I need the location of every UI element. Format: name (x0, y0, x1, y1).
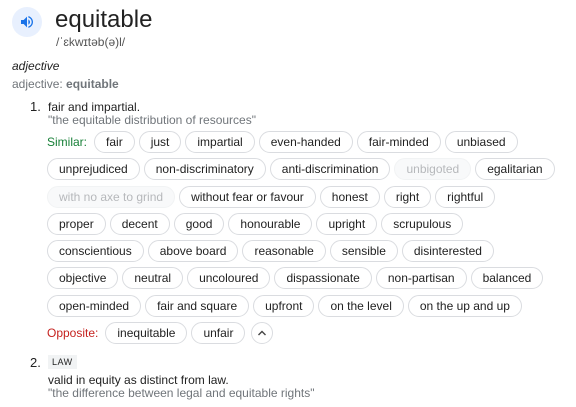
word-forms-label: adjective: (12, 77, 63, 91)
synonym-chip[interactable]: neutral (122, 267, 184, 290)
synonym-chip[interactable]: scrupulous (381, 212, 464, 235)
word-forms-value: equitable (66, 77, 119, 91)
similar-label: Similar: (47, 135, 88, 149)
synonym-chip[interactable]: proper (47, 212, 106, 235)
synonym-chip[interactable]: sensible (329, 240, 398, 263)
synonym-chip[interactable]: uncoloured (187, 267, 271, 290)
synonym-chip[interactable]: balanced (470, 267, 544, 290)
synonym-chip[interactable]: fair (94, 131, 135, 153)
synonym-chip[interactable]: reasonable (242, 240, 326, 263)
synonym-chip[interactable]: upfront (253, 294, 315, 317)
sense-definition: fair and impartial. (48, 100, 141, 114)
domain-tag: LAW (48, 355, 77, 369)
synonym-chip[interactable]: without fear or favour (179, 185, 316, 208)
chevron-up-icon[interactable] (251, 322, 274, 345)
synonym-chip[interactable]: rightful (435, 185, 496, 208)
synonym-chip[interactable]: anti-discrimination (269, 158, 391, 181)
sense-number: 1. (30, 99, 41, 114)
synonym-chip[interactable]: right (383, 185, 432, 208)
synonym-chip[interactable]: unbiased (444, 131, 518, 153)
part-of-speech: adjective (12, 59, 60, 73)
synonym-row: objective neutral uncoloured dispassionate n… (47, 267, 572, 290)
synonyms-area: Similar: fair just impartial even-handed fair… (47, 131, 572, 349)
synonym-row: open-minded fair and square upfront on the … (47, 294, 572, 317)
synonym-chip[interactable]: conscientious (47, 240, 144, 263)
synonym-chip[interactable]: even-handed (258, 131, 353, 153)
sense-number: 2. (30, 355, 41, 370)
synonym-chip[interactable]: on the up and up (407, 294, 522, 317)
antonym-chip[interactable]: inequitable (105, 322, 188, 345)
sense-example: "the equitable distribution of resources… (48, 113, 256, 127)
synonym-row: Similar: fair just impartial even-handed fair… (47, 131, 572, 153)
synonym-row: with no axe to grind without fear or favo… (47, 185, 572, 208)
synonym-chip[interactable]: non-partisan (375, 267, 467, 290)
synonym-chip[interactable]: impartial (185, 131, 255, 153)
word-block: equitable /ˈɛkwɪtəb(ə)l/ (55, 6, 152, 49)
antonym-row: Opposite: inequitable unfair (47, 322, 572, 345)
synonym-chip[interactable]: open-minded (47, 294, 142, 317)
opposite-label: Opposite: (47, 326, 99, 341)
entry-header: equitable /ˈɛkwɪtəb(ə)l/ (12, 6, 152, 49)
phonetic: /ˈɛkwɪtəb(ə)l/ (56, 35, 126, 49)
synonym-chip[interactable]: fair and square (145, 294, 250, 317)
antonym-chip[interactable]: unfair (191, 322, 246, 345)
speaker-icon[interactable] (12, 7, 42, 37)
synonym-chip[interactable]: honest (319, 185, 380, 208)
synonym-chip[interactable]: dispassionate (274, 267, 372, 290)
synonym-chip: with no axe to grind (47, 185, 176, 208)
synonym-chip[interactable]: good (173, 212, 225, 235)
synonym-chip[interactable]: upright (316, 212, 378, 235)
word-forms: adjective: equitable (12, 77, 119, 91)
synonym-chip[interactable]: honourable (228, 212, 313, 235)
synonym-row: proper decent good honourable upright scrupul… (47, 212, 572, 235)
synonym-chip: unbigoted (394, 158, 472, 181)
synonym-chip[interactable]: disinterested (401, 240, 494, 263)
synonym-chip[interactable]: decent (109, 212, 170, 235)
synonym-row: conscientious above board reasonable sensib… (47, 240, 572, 263)
synonym-chip[interactable]: egalitarian (475, 158, 555, 181)
synonym-chip[interactable]: unprejudiced (47, 158, 140, 181)
headword: equitable (55, 6, 153, 33)
sense-definition: valid in equity as distinct from law. (48, 373, 229, 387)
synonym-chip[interactable]: just (138, 131, 182, 153)
synonym-chip[interactable]: on the level (318, 294, 404, 317)
synonym-chip[interactable]: objective (47, 267, 119, 290)
synonym-chip[interactable]: non-discriminatory (143, 158, 266, 181)
sense-example: "the difference between legal and equita… (48, 386, 315, 400)
synonym-row: unprejudiced non-discriminatory anti-discr… (47, 158, 572, 181)
synonym-chip[interactable]: above board (147, 240, 239, 263)
synonym-chip[interactable]: fair-minded (356, 131, 441, 153)
